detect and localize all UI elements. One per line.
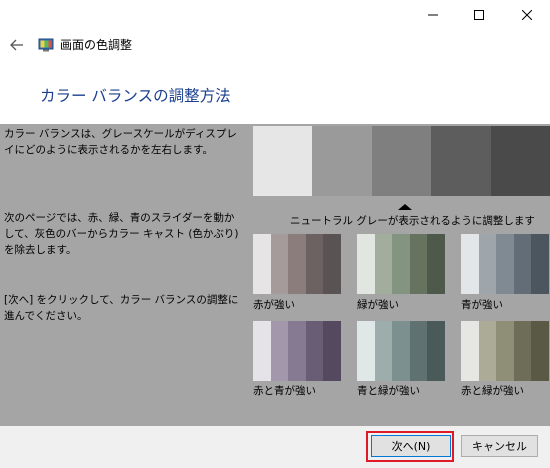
swatch-step-2 (478, 321, 497, 381)
swatch-label: 赤と青が強い (253, 385, 316, 397)
title-bar (0, 0, 550, 30)
back-button[interactable] (6, 34, 28, 56)
gray-step-3 (371, 126, 432, 196)
close-icon (522, 10, 532, 20)
swatch-step-5 (323, 321, 341, 381)
swatch-step-1 (253, 234, 271, 294)
swatch-red-strong (253, 234, 341, 294)
swatch-label: 赤と緑が強い (461, 385, 524, 397)
swatch-step-3 (496, 234, 514, 294)
minimize-icon (428, 14, 438, 16)
swatch-step-4 (409, 321, 428, 381)
swatch-step-5 (427, 234, 445, 294)
swatch-step-5 (531, 321, 549, 381)
back-arrow-icon (10, 39, 23, 51)
caret-up-icon (398, 204, 412, 210)
swatch-step-1 (357, 321, 375, 381)
swatch-step-3 (288, 321, 306, 381)
neutral-gray-label: ニュートラル グレーが表示されるように調整します (290, 215, 535, 227)
swatch-step-5 (323, 234, 341, 294)
page-title: カラー バランスの調整方法 (40, 87, 231, 105)
swatch-step-4 (409, 234, 428, 294)
swatch-green-strong (357, 234, 445, 294)
footer-bar: 次へ(N) キャンセル (0, 426, 550, 468)
maximize-icon (474, 10, 484, 20)
swatch-red-blue-strong (253, 321, 341, 381)
swatch-step-5 (531, 234, 549, 294)
display-color-app-icon (38, 38, 54, 52)
window-title: 画面の色調整 (60, 38, 133, 52)
swatch-step-2 (374, 321, 393, 381)
swatch-red-green-strong (461, 321, 549, 381)
swatch-step-2 (374, 234, 393, 294)
swatch-blue-strong (461, 234, 549, 294)
swatch-step-1 (357, 234, 375, 294)
swatch-step-3 (288, 234, 306, 294)
swatch-step-3 (392, 234, 410, 294)
instruction-paragraph: 次のページでは、赤、緑、青のスライダーを動かして、灰色のバーからカラー キャスト… (4, 212, 239, 256)
swatch-step-4 (305, 321, 324, 381)
swatch-label: 緑が強い (357, 299, 399, 311)
maximize-button[interactable] (456, 0, 502, 30)
swatch-step-1 (461, 321, 479, 381)
gray-step-1 (253, 126, 313, 196)
next-button[interactable]: 次へ(N) (371, 435, 451, 457)
gray-step-5 (490, 126, 550, 196)
swatch-step-3 (392, 321, 410, 381)
gray-step-4 (431, 126, 491, 196)
swatch-step-5 (427, 321, 445, 381)
close-button[interactable] (504, 0, 550, 30)
swatch-step-2 (270, 321, 289, 381)
neutral-gray-strip (253, 126, 550, 196)
minimize-button[interactable] (410, 0, 456, 30)
swatch-step-2 (478, 234, 497, 294)
swatch-step-4 (513, 234, 532, 294)
swatch-label: 青が強い (461, 299, 503, 311)
swatch-step-1 (253, 321, 271, 381)
nav-row: 画面の色調整 (0, 32, 550, 60)
swatch-step-1 (461, 234, 479, 294)
gray-step-2 (312, 126, 372, 196)
content-panel: カラー バランスは、グレースケールがディスプレイにどのように表示されるかを左右し… (0, 124, 550, 426)
swatch-step-3 (496, 321, 514, 381)
swatch-label: 赤が強い (253, 299, 295, 311)
swatch-blue-green-strong (357, 321, 445, 381)
swatch-label: 青と緑が強い (357, 385, 420, 397)
next-paragraph: [次へ] をクリックして、カラー バランスの調整に進んでください。 (4, 294, 239, 322)
swatch-step-4 (305, 234, 324, 294)
cancel-button[interactable]: キャンセル (461, 435, 538, 457)
intro-paragraph: カラー バランスは、グレースケールがディスプレイにどのように表示されるかを左右し… (4, 128, 237, 156)
swatch-step-2 (270, 234, 289, 294)
swatch-step-4 (513, 321, 532, 381)
